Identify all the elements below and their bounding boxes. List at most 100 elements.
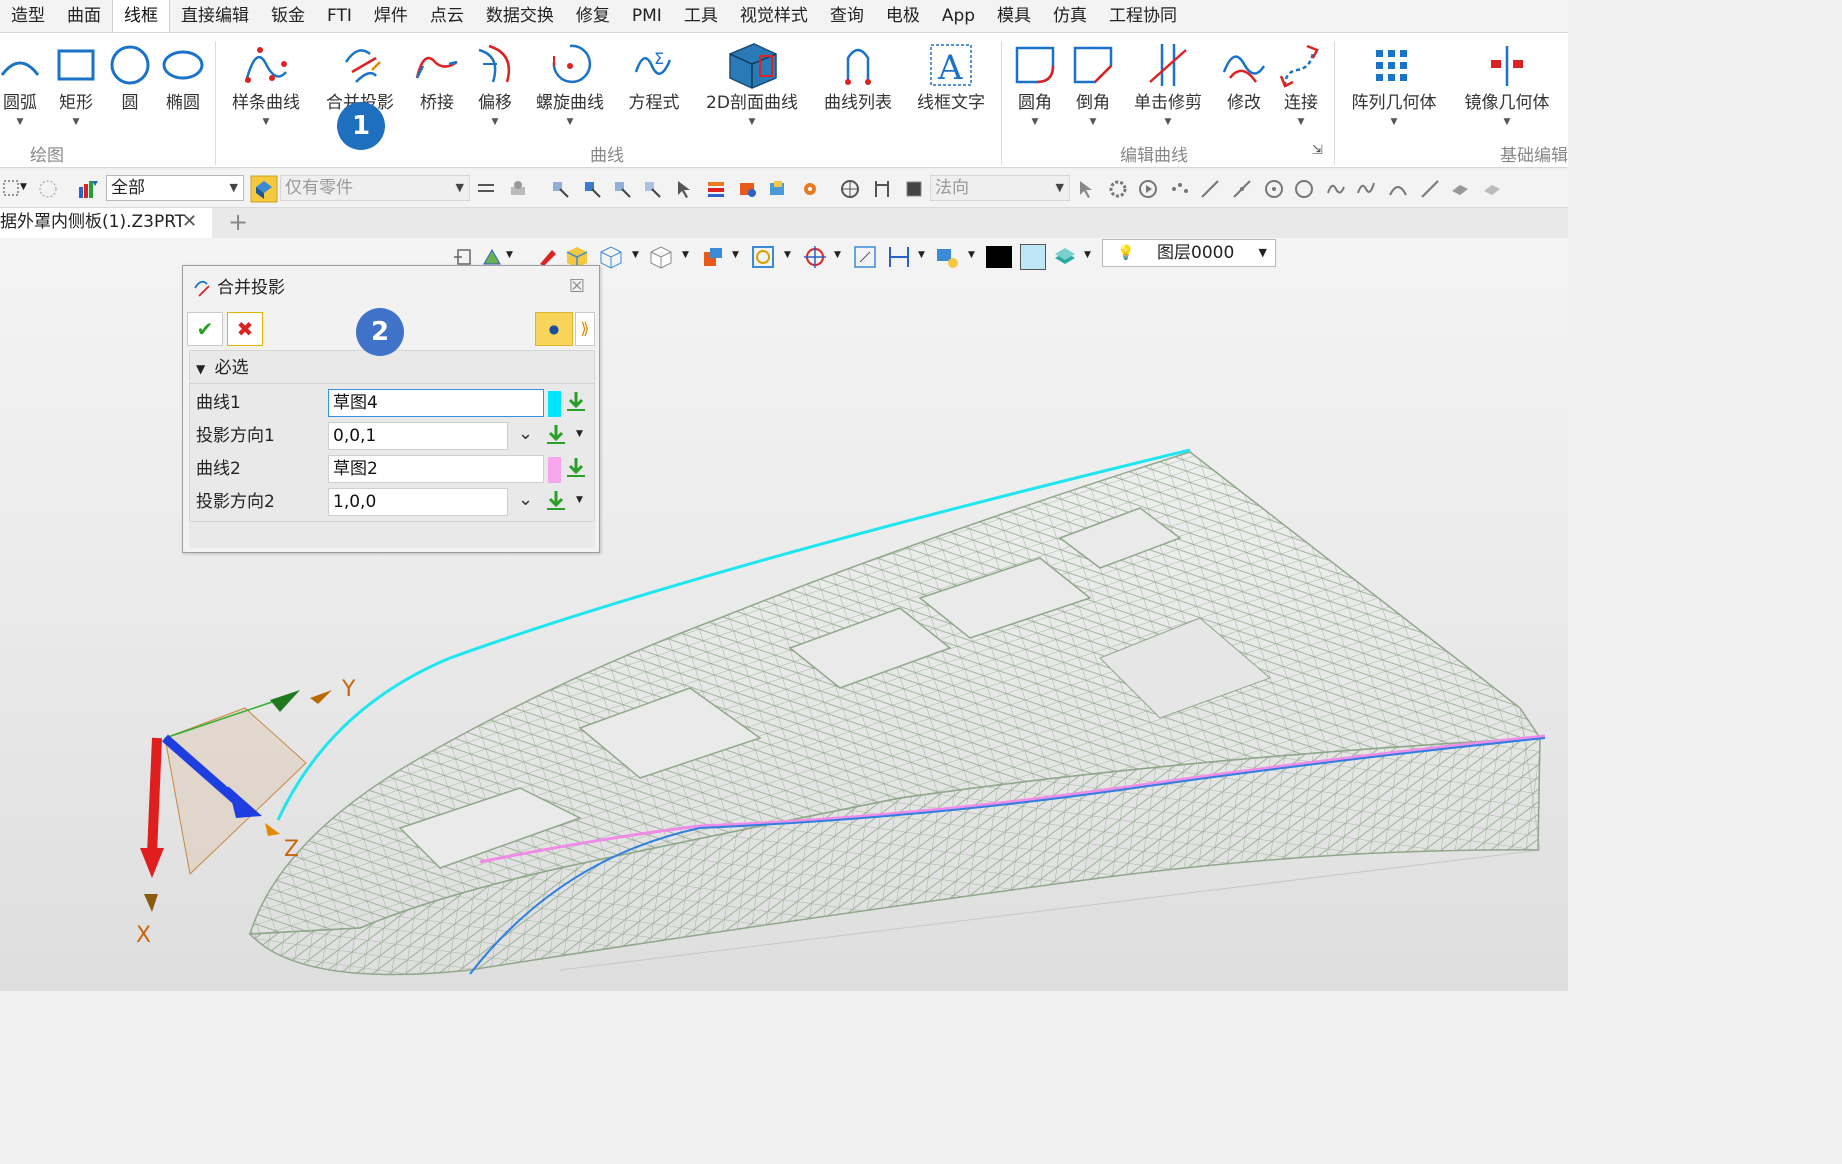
center-icon[interactable] [1264, 179, 1284, 199]
select-circle-icon[interactable] [38, 179, 58, 199]
menu-visual-style[interactable]: 视觉样式 [729, 0, 819, 32]
menu-inquire[interactable]: 查询 [819, 0, 875, 32]
arc-button[interactable]: 圆弧 ▼ [0, 39, 40, 129]
rectangle-button[interactable]: 矩形 ▼ [54, 39, 98, 129]
select-tool-4-icon[interactable] [642, 179, 662, 199]
pick-arrow-icon[interactable] [564, 390, 588, 414]
align-icon[interactable] [476, 179, 496, 199]
color-lightblue-swatch[interactable] [1020, 244, 1046, 270]
cursor-icon[interactable] [1076, 179, 1096, 199]
offset-dropdown-icon[interactable]: ▼ [470, 115, 520, 129]
play-icon[interactable] [1138, 179, 1158, 199]
section-curve-button[interactable]: 2D剖面曲线 ▼ [700, 39, 804, 129]
chevron-down-icon[interactable]: ▼ [576, 495, 583, 505]
bridge-button[interactable]: 桥接 [410, 39, 464, 115]
display-icon[interactable] [700, 244, 726, 270]
modify-button[interactable]: 修改 [1220, 39, 1268, 115]
menu-collaboration[interactable]: 工程协同 [1098, 0, 1188, 32]
equation-button[interactable]: Σ 方程式 [624, 39, 684, 115]
line-mid-icon[interactable] [1232, 179, 1252, 199]
menu-app[interactable]: App [931, 0, 986, 32]
layer-combo[interactable]: 💡 图层0000 ▼ [1102, 239, 1276, 267]
layer-stack-icon[interactable] [1052, 244, 1078, 270]
pattern-dropdown-icon[interactable]: ▼ [1344, 115, 1444, 129]
target-icon[interactable] [802, 244, 828, 270]
wireframe-text-button[interactable]: A 线框文字 [910, 39, 992, 115]
chamfer-dropdown-icon[interactable]: ▼ [1068, 115, 1118, 129]
select-dropdown-icon[interactable]: ▼ [20, 182, 27, 192]
trim-button[interactable]: 单击修剪 ▼ [1128, 39, 1208, 129]
arc-snap-icon[interactable] [1388, 179, 1408, 199]
stop-icon[interactable] [904, 179, 924, 199]
select-box-icon[interactable] [2, 179, 22, 199]
chevron-down-icon[interactable]: ▼ [968, 250, 975, 260]
curve-list-button[interactable]: 曲线列表 [818, 39, 898, 115]
group-expand-icon[interactable]: ⇲ [1312, 143, 1323, 158]
measure-icon[interactable] [886, 244, 912, 270]
filter-combo[interactable]: 全部 ▼ [106, 175, 244, 201]
chevron-down-icon[interactable]: ▼ [784, 250, 791, 260]
curve-snap-icon[interactable] [1326, 179, 1346, 199]
close-icon[interactable]: ✕ [182, 208, 197, 236]
dialog-close-button[interactable]: ☒ [569, 276, 585, 297]
rectangle-dropdown-icon[interactable]: ▼ [54, 115, 98, 129]
info-button[interactable]: ● [535, 312, 573, 346]
menu-data-exchange[interactable]: 数据交换 [475, 0, 565, 32]
menu-point-cloud[interactable]: 点云 [419, 0, 475, 32]
section-curve-dropdown-icon[interactable]: ▼ [700, 115, 804, 129]
chamfer-button[interactable]: 倒角 ▼ [1068, 39, 1118, 129]
chevron-down-icon[interactable]: ▼ [834, 250, 841, 260]
fillet-dropdown-icon[interactable]: ▼ [1010, 115, 1060, 129]
ok-button[interactable]: ✔ [187, 312, 223, 346]
pattern-button[interactable]: 阵列几何体 ▼ [1344, 39, 1444, 129]
menu-repair[interactable]: 修复 [565, 0, 621, 32]
chevron-down-icon[interactable]: ▼ [506, 250, 513, 260]
print-icon[interactable] [508, 179, 528, 199]
chevron-down-icon[interactable]: ▼ [918, 250, 925, 260]
add-tab-button[interactable]: + [228, 208, 248, 236]
direction-combo[interactable]: 法向 ▼ [930, 175, 1070, 201]
dimension-icon[interactable] [872, 179, 892, 199]
menu-tools[interactable]: 工具 [673, 0, 729, 32]
expand-panel-button[interactable]: ⟫ [575, 312, 595, 346]
pick-arrow-icon[interactable] [564, 456, 588, 480]
menu-modeling[interactable]: 造型 [0, 0, 56, 32]
direction1-input[interactable]: 0,0,1 [328, 422, 508, 450]
helix-button[interactable]: 螺旋曲线 ▼ [532, 39, 608, 129]
settings-icon[interactable] [800, 179, 820, 199]
lighting-icon[interactable] [934, 244, 960, 270]
direction2-input[interactable]: 1,0,0 [328, 488, 508, 516]
plane-icon[interactable] [1450, 179, 1470, 199]
quadrant-icon[interactable] [1294, 179, 1314, 199]
pick-arrow-icon[interactable] [544, 423, 568, 447]
points-icon[interactable] [1170, 179, 1190, 199]
parts-only-combo[interactable]: 仅有零件 ▼ [280, 175, 470, 201]
layers-icon[interactable] [706, 179, 726, 199]
attribute-icon[interactable] [738, 179, 758, 199]
spline-button[interactable]: 样条曲线 ▼ [228, 39, 304, 129]
zoom-window-icon[interactable] [852, 244, 878, 270]
chevron-down-icon[interactable]: ▼ [632, 250, 639, 260]
menu-sheet-metal[interactable]: 钣金 [260, 0, 316, 32]
select-tool-1-icon[interactable] [550, 179, 570, 199]
spline-dropdown-icon[interactable]: ▼ [228, 115, 304, 129]
filter-icon[interactable] [78, 179, 98, 199]
wire-cube-icon[interactable] [598, 244, 624, 270]
stack-icon[interactable] [1482, 179, 1502, 199]
chevron-down-icon[interactable]: ▼ [732, 250, 739, 260]
double-chevron-icon[interactable]: ⌄ [518, 489, 533, 510]
trim-dropdown-icon[interactable]: ▼ [1128, 115, 1208, 129]
required-section-header[interactable]: ▼ 必选 [189, 350, 595, 384]
connect-button[interactable]: 连接 ▼ [1276, 39, 1326, 129]
part-icon[interactable] [768, 179, 788, 199]
menu-pmi[interactable]: PMI [621, 0, 673, 32]
curve1-input[interactable]: 草图4 [328, 389, 544, 417]
select-tool-3-icon[interactable] [612, 179, 632, 199]
pick-arrow-icon[interactable] [544, 489, 568, 513]
offset-button[interactable]: 偏移 ▼ [470, 39, 520, 129]
wave-icon[interactable] [1356, 179, 1376, 199]
document-tab[interactable]: 据外罩内侧板(1).Z3PRT ✕ [0, 208, 212, 238]
menu-weldment[interactable]: 焊件 [363, 0, 419, 32]
line-icon[interactable] [1200, 179, 1220, 199]
gear-icon[interactable] [1108, 179, 1128, 199]
